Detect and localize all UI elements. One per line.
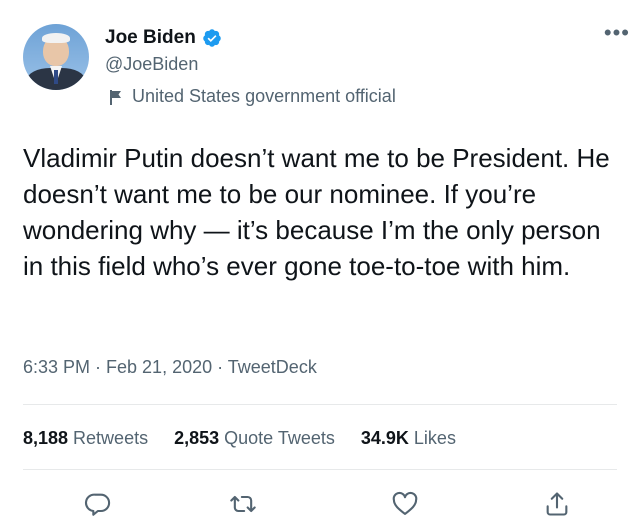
quote-tweets-label: Quote Tweets: [224, 428, 335, 448]
tweet-text: Vladimir Putin doesn’t want me to be Pre…: [23, 143, 610, 281]
reply-icon[interactable]: [84, 490, 112, 518]
more-icon[interactable]: •••: [604, 22, 630, 44]
avatar-hair: [42, 33, 70, 43]
account-label: United States government official: [108, 86, 396, 107]
engagement-stats: 8,188 Retweets 2,853 Quote Tweets 34.9K …: [23, 428, 456, 449]
account-label-text: United States government official: [132, 86, 396, 106]
likes-stat[interactable]: 34.9K Likes: [361, 428, 456, 449]
verified-badge-icon: [202, 28, 222, 48]
flag-icon: [108, 88, 124, 106]
likes-label: Likes: [413, 428, 456, 448]
retweet-icon[interactable]: [229, 490, 257, 518]
share-icon[interactable]: [543, 490, 571, 518]
avatar[interactable]: [23, 24, 89, 90]
avatar-tie: [54, 70, 58, 84]
divider: [23, 404, 617, 405]
retweets-stat[interactable]: 8,188 Retweets: [23, 428, 148, 449]
retweets-count: 8,188: [23, 428, 69, 448]
author-handle[interactable]: @JoeBiden: [105, 54, 198, 75]
quote-tweets-count: 2,853: [174, 428, 220, 448]
likes-count: 34.9K: [360, 428, 409, 448]
action-bar: [0, 490, 640, 520]
divider: [23, 469, 617, 470]
author-name-row[interactable]: Joe Biden: [105, 27, 222, 49]
quote-tweets-stat[interactable]: 2,853 Quote Tweets: [174, 428, 335, 449]
author-display-name[interactable]: Joe Biden: [105, 27, 196, 49]
retweets-label: Retweets: [73, 428, 149, 448]
tweet-card: Joe Biden @JoeBiden United States govern…: [0, 0, 640, 531]
heart-icon[interactable]: [391, 490, 419, 518]
tweet-timestamp-source[interactable]: 6:33 PM · Feb 21, 2020 · TweetDeck: [23, 357, 317, 378]
